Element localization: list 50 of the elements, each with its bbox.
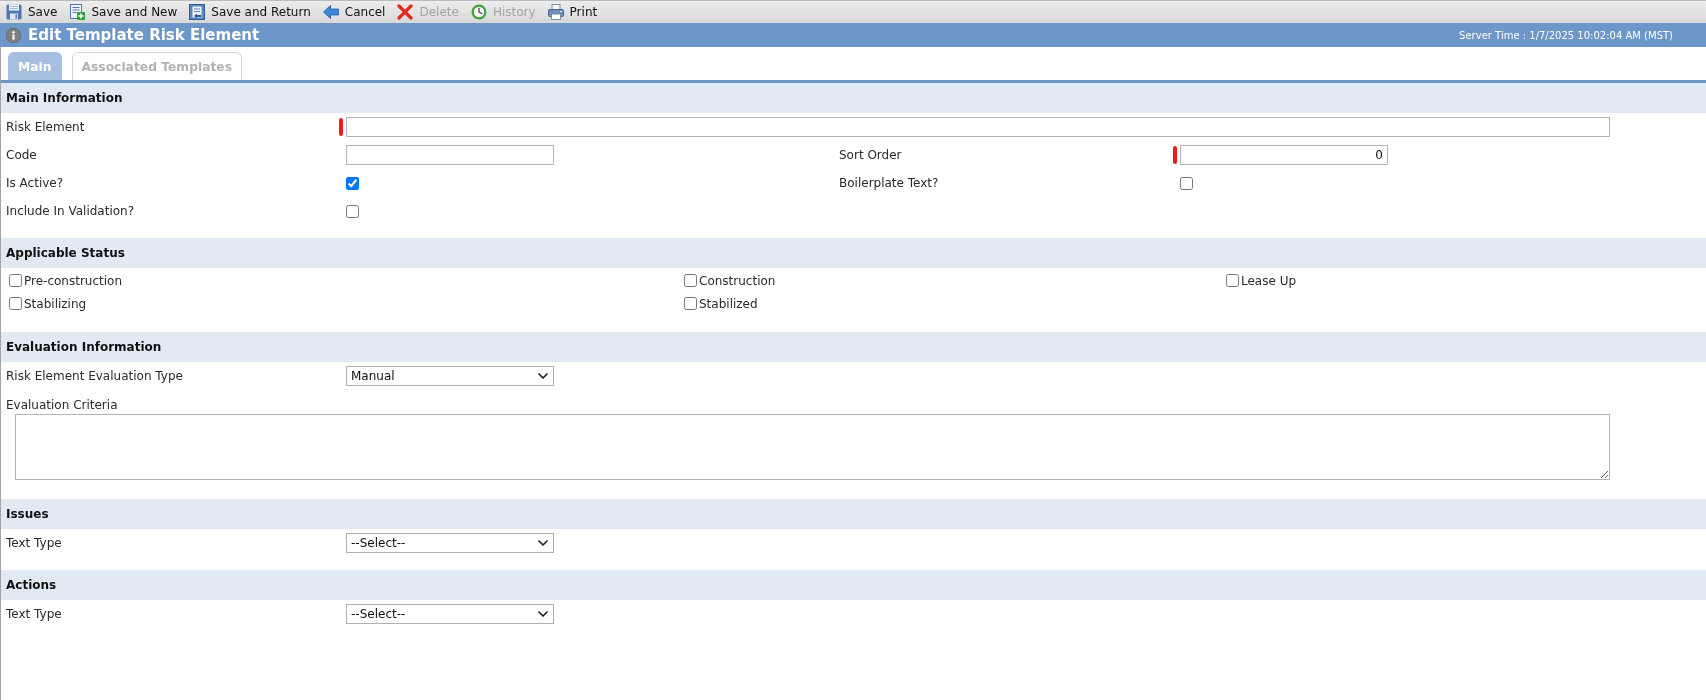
printer-icon [547, 4, 564, 20]
chevron-down-icon [538, 540, 548, 546]
page-title: Edit Template Risk Element [28, 26, 260, 44]
checkbox[interactable] [1180, 176, 1193, 190]
checkbox-label: Lease Up [1241, 273, 1297, 288]
checkbox[interactable] [1226, 274, 1239, 287]
dropdown[interactable]: --Select-- [346, 533, 554, 553]
checkbox[interactable] [684, 297, 697, 310]
section-header: Applicable Status [1, 238, 1706, 268]
field-label: Sort Order [838, 148, 902, 162]
field-label: Is Active? [5, 176, 64, 190]
save-and-new-button[interactable]: Save and New [69, 2, 178, 22]
save-and-return-button[interactable]: Save and Return [189, 2, 311, 22]
section-header: Actions [1, 570, 1706, 600]
field-label: Code [5, 148, 37, 162]
section-header: Evaluation Information [1, 332, 1706, 362]
document-plus-icon [69, 4, 86, 20]
info-icon [6, 27, 21, 43]
checkbox-label: Stabilized [699, 296, 758, 311]
section-header: Issues [1, 499, 1706, 529]
text-input[interactable]: 0 [1180, 145, 1388, 165]
field-label: Risk Element Evaluation Type [5, 369, 183, 383]
text-input[interactable] [346, 145, 554, 165]
checkbox-label: Stabilizing [24, 296, 87, 311]
cross-icon [397, 4, 414, 20]
checkbox[interactable] [346, 176, 359, 190]
checkbox-label: Construction [699, 273, 776, 288]
checkbox[interactable] [9, 297, 22, 310]
checkbox[interactable] [346, 204, 359, 218]
field-label: Risk Element [5, 120, 85, 134]
chevron-down-icon [538, 611, 548, 617]
field-label: Text Type [5, 536, 62, 550]
chevron-down-icon [538, 373, 548, 379]
left-arrow-icon [322, 4, 339, 20]
server-time: Server Time : 1/7/2025 10:02:04 AM (MST) [1459, 29, 1673, 41]
checkbox[interactable] [9, 274, 22, 287]
cancel-button[interactable]: Cancel [322, 2, 386, 22]
section-header: Main Information [1, 83, 1706, 113]
field-label: Evaluation Criteria [5, 397, 118, 413]
clock-icon [470, 4, 487, 20]
checkbox[interactable] [684, 274, 697, 287]
field-label: Text Type [5, 607, 62, 621]
field-label: Include In Validation? [5, 204, 135, 218]
text-input[interactable] [346, 117, 1610, 137]
print-button[interactable]: Print [547, 2, 598, 22]
checkbox-label: Pre-construction [24, 273, 123, 288]
dropdown[interactable]: Manual [346, 366, 554, 386]
dropdown[interactable]: --Select-- [346, 604, 554, 624]
save-button[interactable]: Save [6, 2, 58, 22]
field-label: Boilerplate Text? [838, 176, 939, 190]
